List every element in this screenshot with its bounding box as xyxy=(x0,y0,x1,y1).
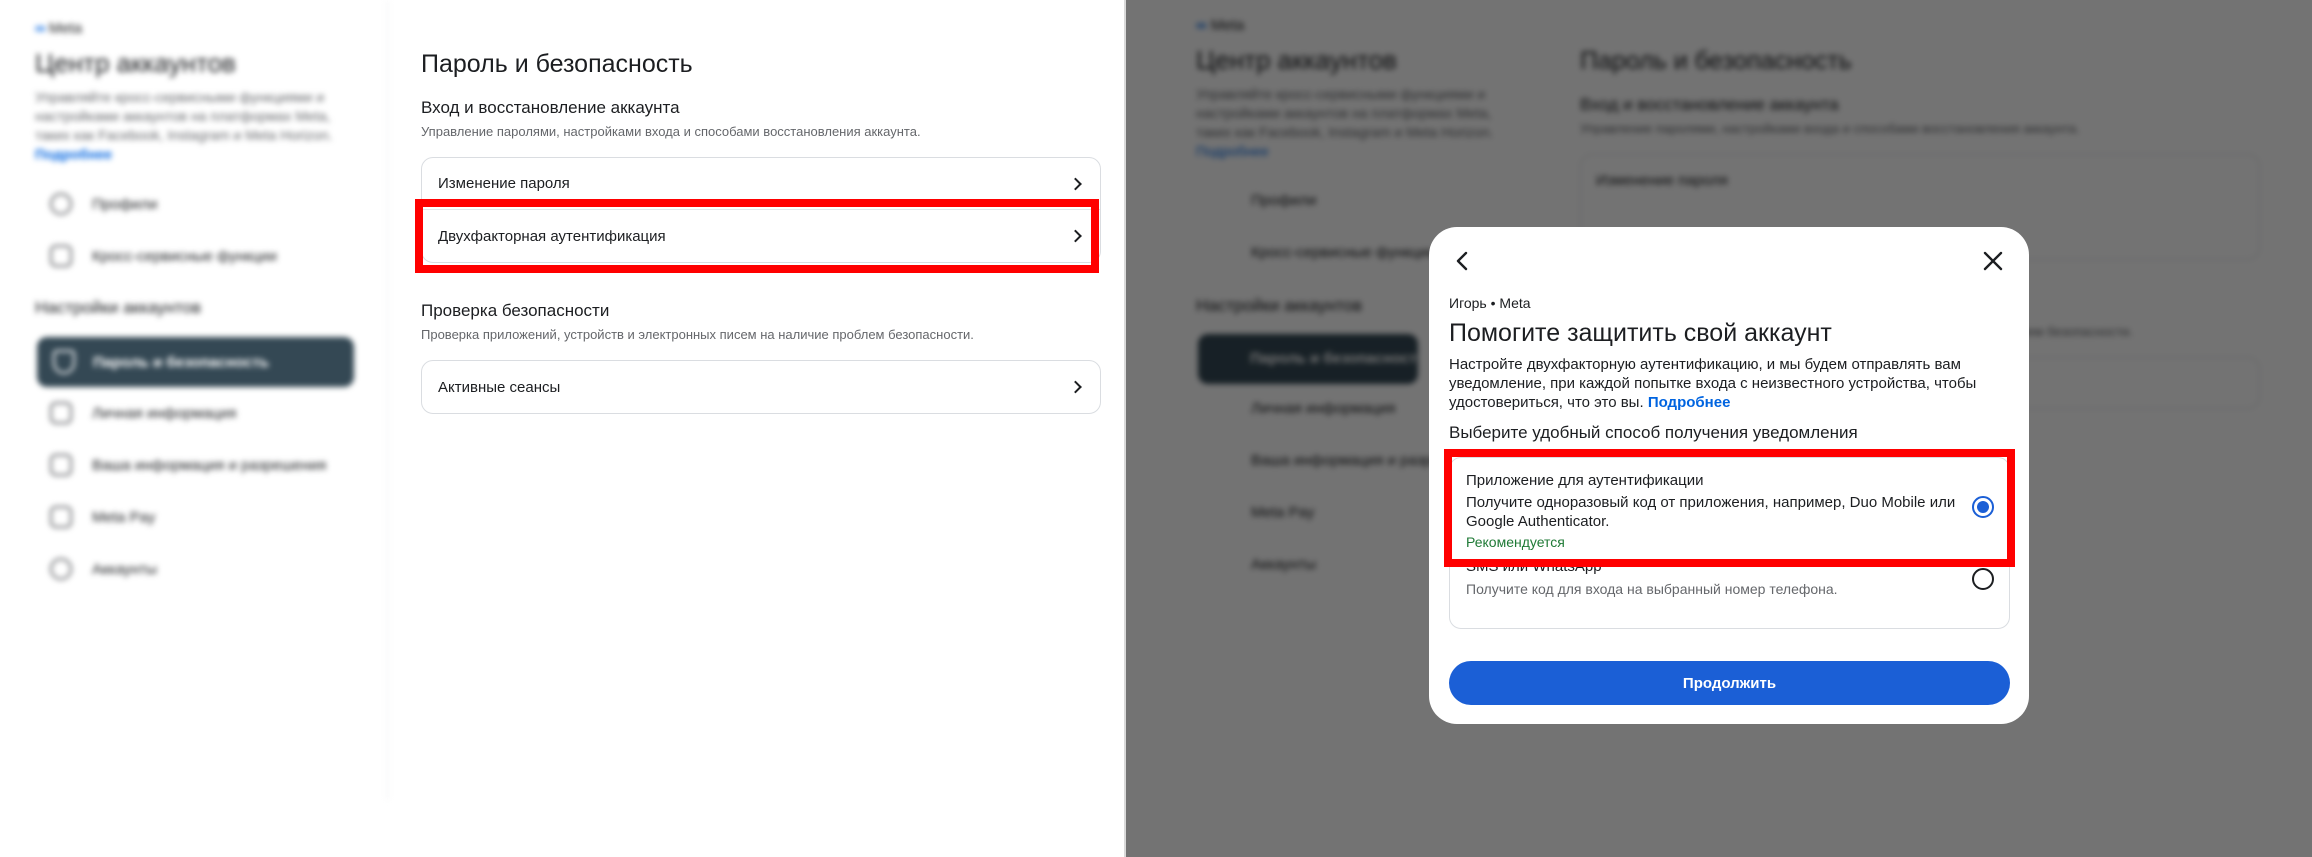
dialog-title: Помогите защитить свой аккаунт xyxy=(1449,319,1832,347)
sidebar-item-personal-info[interactable]: Личная информация xyxy=(50,398,236,428)
security-section-title: Проверка безопасности xyxy=(421,301,610,320)
meta-logo: ∞ Meta xyxy=(35,20,83,37)
highlight-box xyxy=(1444,449,2015,567)
sidebar: ∞ Meta Центр аккаунтов Управляйте кросс-с… xyxy=(0,0,388,800)
chevron-right-icon xyxy=(1069,380,1082,394)
login-section-title: Вход и восстановление аккаунта xyxy=(421,98,680,117)
sidebar-item-password-security[interactable]: Пароль и безопасность xyxy=(37,337,354,387)
sidebar-settings-title: Настройки аккаунтов xyxy=(35,298,202,317)
document-lock-icon xyxy=(50,454,72,476)
id-card-icon xyxy=(50,402,72,424)
dialog-description: Настройте двухфакторную аутентификацию, … xyxy=(1449,356,1977,411)
back-arrow-icon[interactable] xyxy=(1451,249,1475,273)
option-description: Получите код для входа на выбранный номе… xyxy=(1466,581,1838,597)
choose-method-label: Выберите удобный способ получения уведом… xyxy=(1449,423,1858,442)
sidebar-title: Центр аккаунтов xyxy=(35,48,236,78)
highlight-box xyxy=(415,199,1099,273)
security-section-description: Проверка приложений, устройств и электро… xyxy=(421,327,974,342)
sidebar-description: Управляйте кросс-сервисными функциями и … xyxy=(35,89,333,162)
account-center-page: ∞ Meta Центр аккаунтов Управляйте кросс-с… xyxy=(0,0,1126,857)
connections-icon xyxy=(50,245,72,267)
sidebar-item-profiles[interactable]: Профили xyxy=(50,189,157,219)
card-icon xyxy=(50,506,72,528)
two-factor-dialog: Игорь • Meta Помогите защитить свой акка… xyxy=(1429,227,2029,724)
sidebar-more-link[interactable]: Подробнее xyxy=(35,146,112,162)
learn-more-link[interactable]: Подробнее xyxy=(1648,394,1731,411)
login-section-description: Управление паролями, настройками входа и… xyxy=(421,124,921,139)
chevron-right-icon xyxy=(1069,177,1082,190)
user-icon xyxy=(50,193,72,215)
continue-button[interactable]: Продолжить xyxy=(1449,661,2010,705)
sidebar-item-your-info[interactable]: Ваша информация и разрешения xyxy=(50,450,326,480)
shield-icon xyxy=(53,350,75,374)
radio-unselected[interactable] xyxy=(1972,568,1994,590)
meta-infinity-icon: ∞ xyxy=(35,20,46,37)
account-crumb: Игорь • Meta xyxy=(1449,295,1531,311)
account-circle-icon xyxy=(50,558,72,580)
active-sessions-row[interactable]: Активные сеансы xyxy=(422,361,1100,413)
close-icon[interactable] xyxy=(1981,249,2005,273)
security-check-card: Активные сеансы xyxy=(421,360,1101,414)
option-sms-whatsapp[interactable]: SMS или WhatsApp Получите код для входа … xyxy=(1450,558,2011,630)
sidebar-item-accounts[interactable]: Аккаунты xyxy=(50,554,157,584)
sidebar-item-connected[interactable]: Кросс-сервисные функции xyxy=(50,241,277,271)
page-title: Пароль и безопасность xyxy=(421,50,693,78)
sidebar-item-meta-pay[interactable]: Meta Pay xyxy=(50,502,155,532)
